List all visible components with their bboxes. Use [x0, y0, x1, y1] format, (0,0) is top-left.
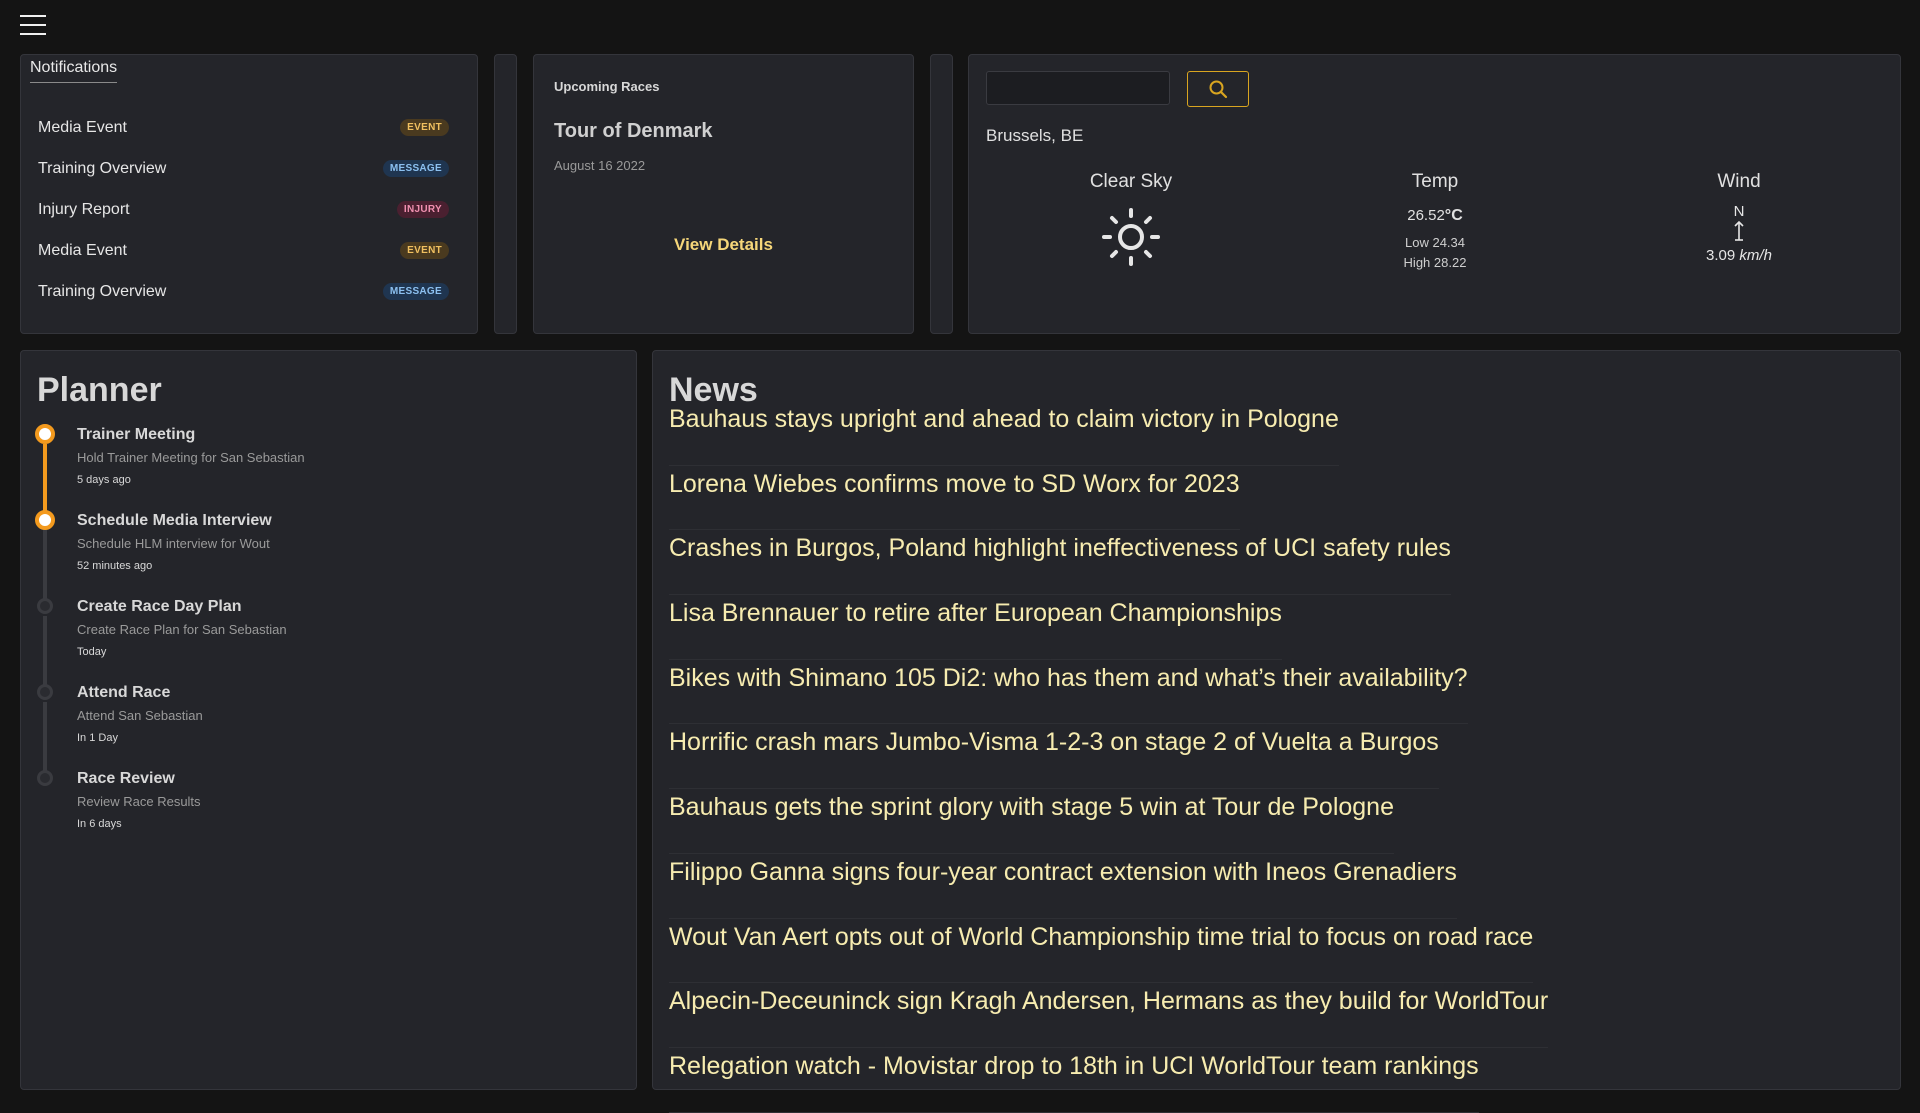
news-card: News Bauhaus stays upright and ahead to … — [652, 350, 1901, 1113]
timeline-item[interactable]: Schedule Media Interview Schedule HLM in… — [35, 510, 305, 601]
races-heading: Upcoming Races — [554, 79, 660, 94]
notification-item[interactable]: Media Event EVENT — [38, 107, 449, 148]
news-link[interactable]: Crashes in Burgos, Poland highlight inef… — [669, 530, 1451, 596]
temp-label: Temp — [1411, 171, 1459, 192]
notification-item[interactable]: Media Event EVENT — [38, 230, 449, 271]
news-link[interactable]: Wout Van Aert opts out of World Champion… — [669, 919, 1534, 984]
timeline-dot — [35, 424, 55, 444]
temp-high: High 28.22 — [1403, 255, 1467, 270]
timeline-description: Review Race Results — [77, 794, 201, 809]
timeline-time: In 6 days — [77, 818, 122, 830]
upcoming-races-card: Upcoming Races Tour of Denmark August 16… — [533, 54, 914, 334]
planner-title: Planner — [37, 371, 162, 409]
timeline-item[interactable]: Attend Race Attend San Sebastian In 1 Da… — [37, 684, 305, 773]
search-icon — [1209, 80, 1228, 99]
temp-reading: 26.52°C — [1335, 207, 1535, 225]
timeline-description: Create Race Plan for San Sebastian — [77, 622, 287, 637]
carousel-prev-card[interactable] — [494, 54, 517, 334]
notification-badge: EVENT — [400, 242, 449, 259]
notification-item[interactable]: Injury Report INJURY — [38, 189, 449, 230]
notifications-tab[interactable]: Notifications — [30, 59, 118, 83]
notification-label: Media Event — [38, 118, 127, 136]
notifications-card: Notifications Media Event EVENT Training… — [20, 54, 478, 334]
timeline-item[interactable]: Trainer Meeting Hold Trainer Meeting for… — [35, 424, 305, 515]
notifications-list: Media Event EVENT Training Overview MESS… — [38, 107, 449, 312]
timeline-description: Attend San Sebastian — [77, 708, 203, 723]
wind-speed: 3.09 km/h — [1639, 247, 1839, 264]
timeline-time: Today — [77, 646, 107, 658]
wind-direction: N — [1733, 203, 1745, 220]
timeline-dot — [37, 684, 53, 700]
news-link[interactable]: Horrific crash mars Jumbo-Visma 1-2-3 on… — [669, 724, 1439, 790]
condition-label: Clear Sky — [1089, 171, 1173, 192]
wind-column: Wind N 3.09 km/h — [1639, 171, 1839, 264]
timeline-title: Race Review — [77, 770, 175, 787]
notification-label: Training Overview — [38, 282, 167, 300]
news-link[interactable]: Relegation watch - Movistar drop to 18th… — [669, 1048, 1479, 1113]
notification-badge: MESSAGE — [382, 160, 449, 177]
temp-column: Temp 26.52°C Low 24.34 High 28.22 — [1335, 171, 1535, 273]
notification-badge: MESSAGE — [382, 283, 449, 300]
notification-label: Media Event — [38, 241, 127, 259]
view-details-button[interactable]: View Details — [534, 235, 913, 255]
menu-icon[interactable] — [20, 15, 46, 35]
wind-speed-value: 3.09 — [1706, 247, 1736, 264]
timeline-connector — [43, 702, 47, 773]
news-link[interactable]: Alpecin-Deceuninck sign Kragh Andersen, … — [669, 983, 1549, 1048]
timeline-connector — [43, 616, 47, 687]
timeline-time: 52 minutes ago — [77, 560, 153, 572]
notification-item[interactable]: Training Overview MESSAGE — [38, 271, 449, 312]
notification-label: Training Overview — [38, 159, 167, 177]
carousel-next-card[interactable] — [930, 54, 953, 334]
timeline-title: Create Race Day Plan — [77, 598, 242, 615]
planner-card: Planner Trainer Meeting Hold Trainer Mee… — [20, 350, 637, 1090]
weather-card: Brussels, BE Clear Sky Temp 26.52°C Low … — [968, 54, 1901, 334]
timeline-description: Schedule HLM interview for Wout — [77, 536, 270, 551]
timeline-item[interactable]: Create Race Day Plan Create Race Plan fo… — [37, 598, 305, 687]
notification-item[interactable]: Training Overview MESSAGE — [38, 148, 449, 189]
timeline-time: In 1 Day — [77, 732, 118, 744]
timeline-description: Hold Trainer Meeting for San Sebastian — [77, 450, 305, 465]
news-link[interactable]: Bauhaus gets the sprint glory with stage… — [669, 789, 1394, 854]
news-link[interactable]: Lorena Wiebes confirms move to SD Worx f… — [669, 466, 1240, 531]
timeline-item[interactable]: Race Review Review Race Results In 6 day… — [37, 770, 305, 859]
wind-speed-unit: km/h — [1739, 247, 1772, 264]
timeline-connector — [43, 530, 47, 601]
notification-label: Injury Report — [38, 200, 130, 218]
news-link[interactable]: Lisa Brennauer to retire after European … — [669, 595, 1282, 660]
weather-city: Brussels, BE — [986, 126, 1084, 145]
timeline-time: 5 days ago — [77, 474, 131, 486]
sun-icon — [1102, 208, 1160, 266]
news-link[interactable]: Filippo Ganna signs four-year contract e… — [669, 854, 1457, 919]
notification-badge: EVENT — [400, 119, 449, 136]
race-date: August 16 2022 — [554, 158, 646, 173]
search-button[interactable] — [1187, 71, 1249, 107]
notification-badge: INJURY — [396, 201, 449, 218]
planner-timeline: Trainer Meeting Hold Trainer Meeting for… — [35, 424, 305, 859]
news-list: Bauhaus stays upright and ahead to claim… — [669, 401, 1549, 1113]
wind-label: Wind — [1717, 171, 1761, 192]
timeline-title: Attend Race — [77, 684, 171, 701]
timeline-title: Schedule Media Interview — [77, 512, 272, 529]
temp-low: Low 24.34 — [1405, 235, 1465, 250]
timeline-dot — [35, 510, 55, 530]
timeline-dot — [37, 770, 53, 786]
news-link[interactable]: Bauhaus stays upright and ahead to claim… — [669, 401, 1339, 466]
temp-unit: °C — [1444, 207, 1463, 224]
timeline-connector — [43, 444, 47, 515]
condition-column: Clear Sky — [1031, 171, 1231, 274]
city-search-input[interactable] — [986, 71, 1170, 105]
temp-value: 26.52 — [1407, 207, 1445, 224]
arrow-up-down-icon — [1734, 220, 1744, 241]
news-link[interactable]: Bikes with Shimano 105 Di2: who has them… — [669, 660, 1468, 725]
race-name: Tour of Denmark — [554, 120, 713, 142]
timeline-dot — [37, 598, 53, 614]
timeline-title: Trainer Meeting — [77, 426, 196, 443]
